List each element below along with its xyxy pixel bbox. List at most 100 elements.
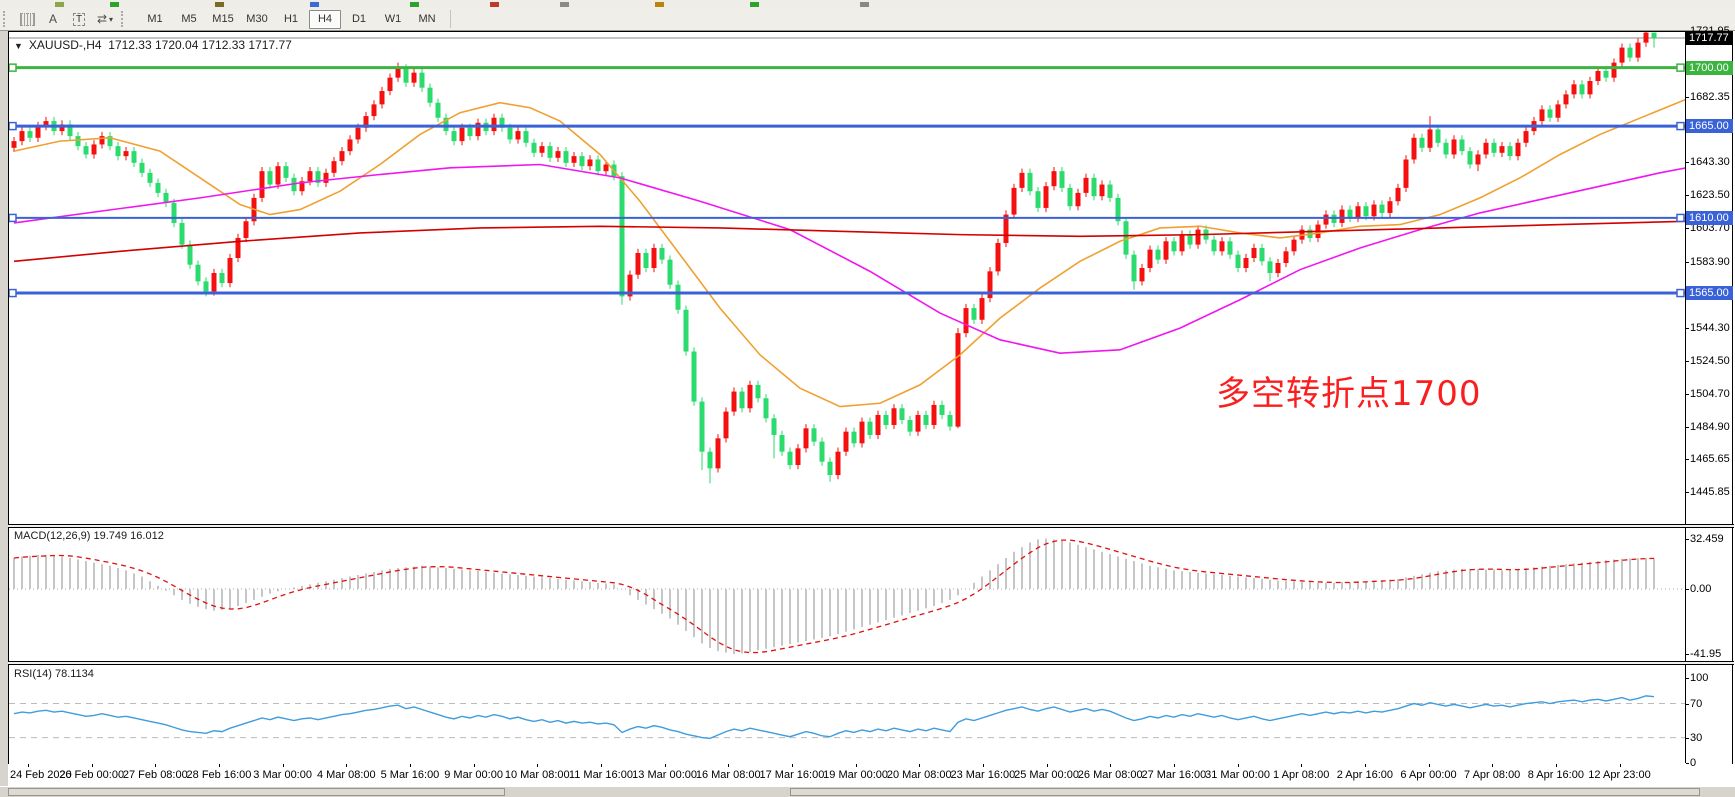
clipped-icon-fragment bbox=[860, 2, 869, 7]
text-label-icon[interactable]: A bbox=[41, 9, 65, 29]
current-price-label: 1717.77 bbox=[1686, 31, 1733, 45]
time-axis-label: 25 Mar 00:00 bbox=[1014, 769, 1079, 781]
time-axis-tick bbox=[283, 764, 284, 767]
text-box-glyph: T bbox=[73, 13, 85, 26]
price-axis-label: 1583.90 bbox=[1690, 256, 1730, 268]
macd-axis-label: -41.95 bbox=[1690, 648, 1721, 660]
timeframe-button-w1[interactable]: W1 bbox=[377, 10, 409, 29]
time-axis-label: 20 Mar 08:00 bbox=[887, 769, 952, 781]
panel-separator-rsi[interactable] bbox=[8, 661, 1734, 665]
time-axis-label: 26 Mar 08:00 bbox=[1078, 769, 1143, 781]
time-axis-label: 17 Mar 16:00 bbox=[759, 769, 824, 781]
time-axis-label: 4 Mar 08:00 bbox=[317, 769, 376, 781]
time-axis-label: 5 Mar 16:00 bbox=[381, 769, 440, 781]
time-axis-tick bbox=[856, 764, 857, 767]
time-axis-label: 27 Mar 16:00 bbox=[1141, 769, 1206, 781]
clipped-icon-fragment bbox=[410, 2, 419, 7]
time-axis-label: 23 Mar 16:00 bbox=[950, 769, 1015, 781]
main-price-chart-canvas[interactable] bbox=[9, 32, 1685, 524]
price-line-label: 1610.00 bbox=[1686, 211, 1733, 225]
clipped-icon-fragment bbox=[55, 2, 64, 7]
clipped-icon-fragment bbox=[655, 2, 664, 7]
time-axis-tick bbox=[92, 764, 93, 767]
time-axis-tick bbox=[601, 764, 602, 767]
toolbar-drag-handle[interactable] bbox=[3, 11, 10, 27]
macd-panel-canvas[interactable] bbox=[9, 529, 1685, 661]
time-axis-tick bbox=[1429, 764, 1430, 767]
time-axis-label: 9 Mar 00:00 bbox=[444, 769, 503, 781]
rsi-panel-canvas[interactable] bbox=[9, 667, 1685, 763]
clipped-icon-fragment bbox=[110, 2, 119, 7]
time-axis-tick bbox=[155, 764, 156, 767]
clipped-icon-fragment bbox=[750, 2, 759, 7]
price-axis-label: 1445.85 bbox=[1690, 486, 1730, 498]
rsi-indicator-label: RSI(14) 78.1134 bbox=[14, 668, 94, 680]
timeframe-button-m5[interactable]: M5 bbox=[173, 10, 205, 29]
time-axis-tick bbox=[28, 764, 29, 767]
price-axis-label: 1682.35 bbox=[1690, 91, 1730, 103]
toolbar-separator bbox=[450, 10, 451, 28]
chevron-down-icon[interactable]: ▼ bbox=[14, 41, 23, 51]
clipped-icon-fragment bbox=[490, 2, 499, 7]
grid-glyph bbox=[20, 13, 35, 26]
price-axis-label: 1504.70 bbox=[1690, 388, 1730, 400]
time-axis-tick bbox=[219, 764, 220, 767]
time-axis-tick bbox=[474, 764, 475, 767]
time-axis-label: 7 Apr 08:00 bbox=[1464, 769, 1520, 781]
time-axis-label: 26 Feb 00:00 bbox=[59, 769, 124, 781]
price-axis-label: 1623.50 bbox=[1690, 189, 1730, 201]
timeframe-button-m1[interactable]: M1 bbox=[139, 10, 171, 29]
timeframe-button-h1[interactable]: H1 bbox=[275, 10, 307, 29]
chart-annotation-text: 多空转折点1700 bbox=[1216, 366, 1482, 415]
time-axis-label: 19 Mar 00:00 bbox=[823, 769, 888, 781]
time-axis-label: 13 Mar 00:00 bbox=[632, 769, 697, 781]
time-axis-tick bbox=[919, 764, 920, 767]
time-axis-label: 31 Mar 00:00 bbox=[1205, 769, 1270, 781]
price-axis-label: 1544.30 bbox=[1690, 322, 1730, 334]
timeframe-button-d1[interactable]: D1 bbox=[343, 10, 375, 29]
time-axis-label: 16 Mar 08:00 bbox=[696, 769, 761, 781]
status-field bbox=[790, 788, 1700, 796]
time-axis[interactable]: 24 Feb 202026 Feb 00:0027 Feb 08:0028 Fe… bbox=[8, 764, 1734, 786]
time-axis-label: 11 Mar 16:00 bbox=[569, 769, 633, 781]
price-axis-label: 1524.50 bbox=[1690, 355, 1730, 367]
crosshair-grid-icon[interactable] bbox=[15, 9, 39, 29]
time-axis-label: 12 Apr 23:00 bbox=[1588, 769, 1650, 781]
rsi-axis-label: 100 bbox=[1690, 672, 1708, 684]
clipped-icon-fragment bbox=[310, 2, 319, 7]
timeframe-button-m15[interactable]: M15 bbox=[207, 10, 239, 29]
time-axis-tick bbox=[410, 764, 411, 767]
time-axis-tick bbox=[1110, 764, 1111, 767]
timeframe-button-mn[interactable]: MN bbox=[411, 10, 443, 29]
toolbar-drag-handle[interactable] bbox=[121, 11, 128, 27]
time-axis-tick bbox=[983, 764, 984, 767]
tile-windows-icon[interactable]: ⇄▾ bbox=[93, 9, 117, 29]
macd-axis-label: 0.00 bbox=[1690, 583, 1711, 595]
time-axis-tick bbox=[665, 764, 666, 767]
time-axis-tick bbox=[537, 764, 538, 767]
clipped-icon-fragment bbox=[560, 2, 569, 7]
toolbar: A T ⇄▾ M1M5M15M30H1H4D1W1MN bbox=[0, 8, 1735, 31]
chart-title: ▼ XAUUSD-,H4 1712.33 1720.04 1712.33 1717… bbox=[14, 38, 292, 52]
status-field bbox=[8, 788, 505, 796]
timeframe-button-h4[interactable]: H4 bbox=[309, 10, 341, 29]
time-axis-tick bbox=[1174, 764, 1175, 767]
text-label-glyph: A bbox=[49, 12, 57, 26]
text-box-icon[interactable]: T bbox=[67, 9, 91, 29]
time-axis-label: 8 Apr 16:00 bbox=[1528, 769, 1584, 781]
chart-symbol-period: XAUUSD-,H4 bbox=[29, 38, 102, 52]
time-axis-label: 3 Mar 00:00 bbox=[253, 769, 312, 781]
time-axis-tick bbox=[1556, 764, 1557, 767]
bottom-window-strip bbox=[0, 787, 1735, 797]
price-line-label: 1565.00 bbox=[1686, 286, 1733, 300]
panel-separator-macd[interactable] bbox=[8, 524, 1734, 528]
rsi-axis-label: 70 bbox=[1690, 698, 1702, 710]
time-axis-tick bbox=[1365, 764, 1366, 767]
chart-ohlc-readout: 1712.33 1720.04 1712.33 1717.77 bbox=[108, 38, 292, 52]
price-line-label: 1700.00 bbox=[1686, 61, 1733, 75]
time-axis-label: 10 Mar 08:00 bbox=[505, 769, 570, 781]
macd-axis-label: 32.459 bbox=[1690, 533, 1724, 545]
rsi-axis-label: 0 bbox=[1690, 757, 1696, 769]
timeframe-button-m30[interactable]: M30 bbox=[241, 10, 273, 29]
chevron-down-icon[interactable]: ▾ bbox=[109, 15, 113, 24]
